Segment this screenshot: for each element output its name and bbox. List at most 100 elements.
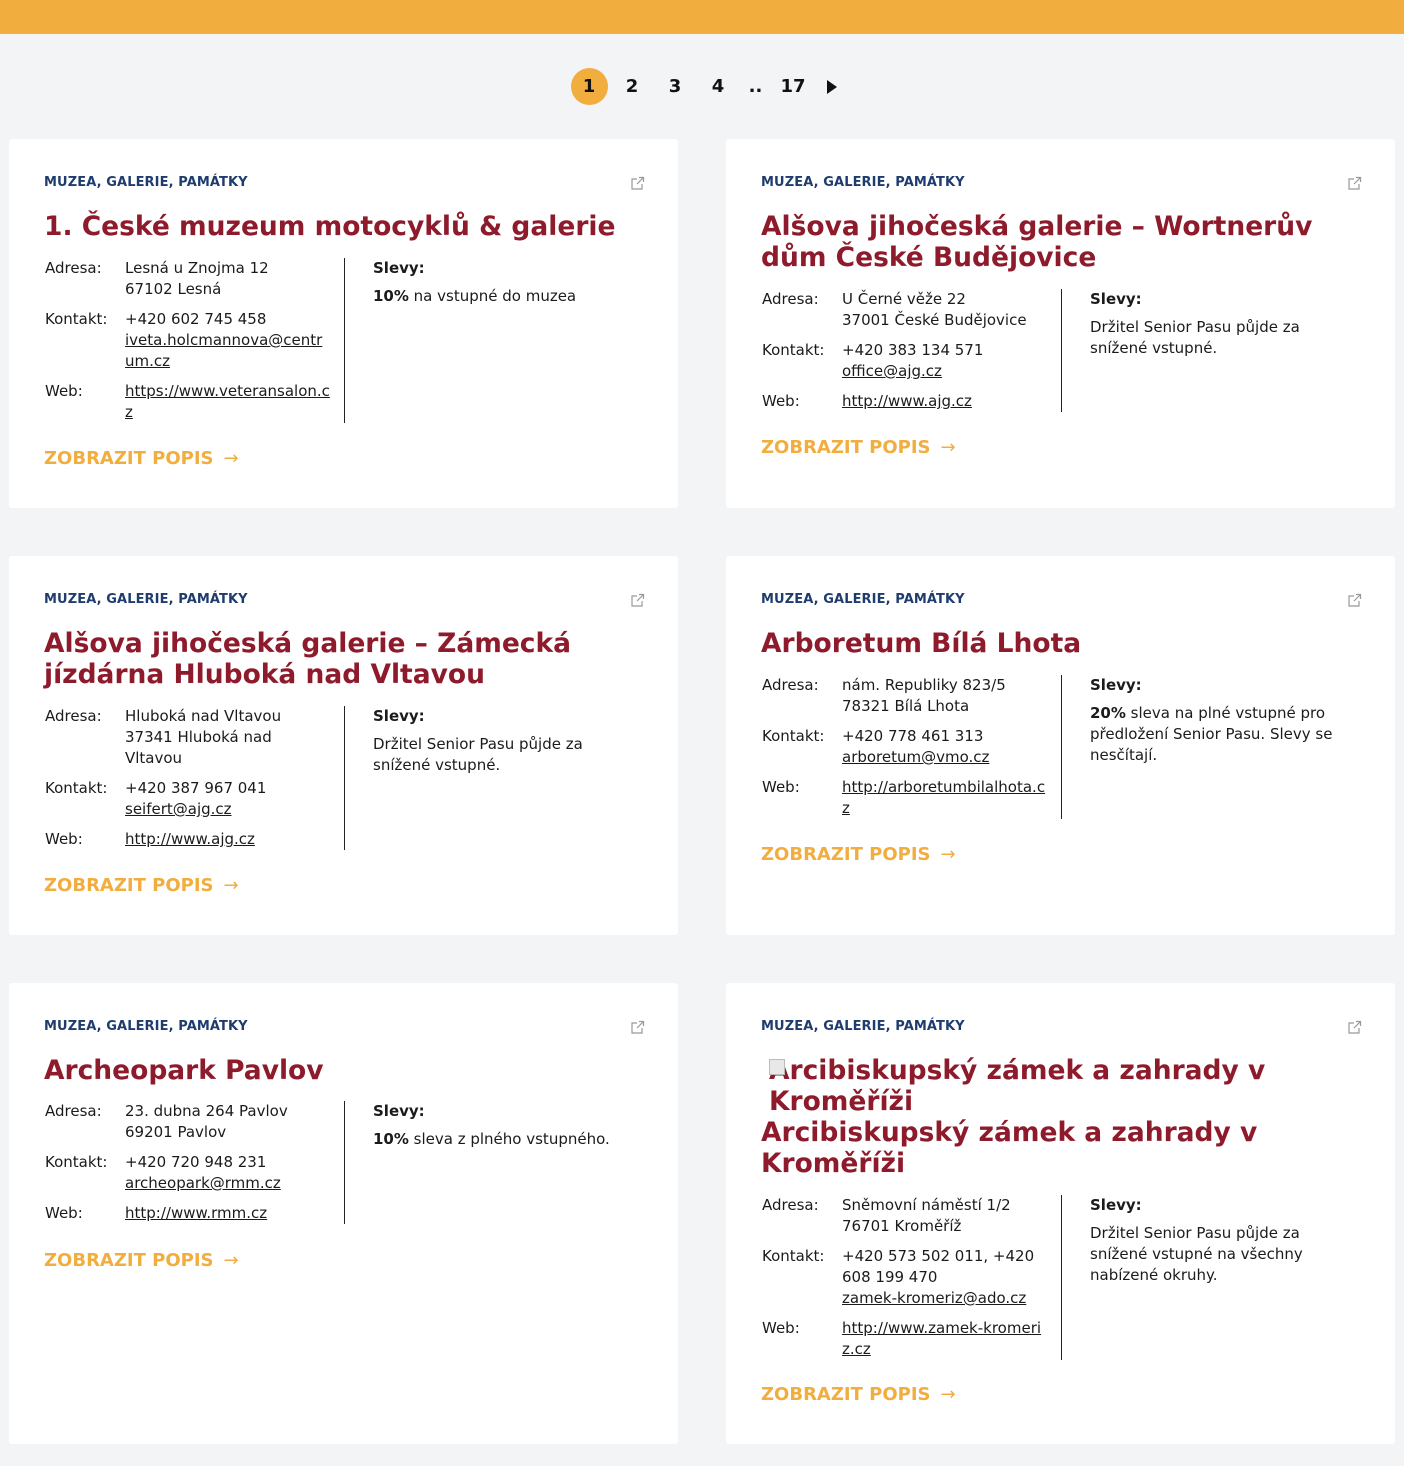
address-line: 37341 Hluboká nad Vltavou bbox=[125, 728, 272, 767]
email-link[interactable]: iveta.holcmannova@centrum.cz bbox=[125, 330, 330, 372]
discount-text: Držitel Senior Pasu půjde za snížené vst… bbox=[373, 734, 633, 776]
email-link[interactable]: zamek-kromeriz@ado.cz bbox=[842, 1288, 1047, 1309]
web-link[interactable]: http://www.zamek-kromeriz.cz bbox=[842, 1318, 1047, 1360]
web-link[interactable]: http://arboretumbilalhota.cz bbox=[842, 777, 1047, 819]
page-17-button[interactable]: 17 bbox=[775, 68, 812, 105]
email-link[interactable]: office@ajg.cz bbox=[842, 361, 1047, 382]
discount-description: Držitel Senior Pasu půjde za snížené vst… bbox=[1090, 318, 1300, 357]
card-category: MUZEA, GALERIE, PAMÁTKY bbox=[44, 592, 248, 607]
card-title[interactable]: Archeopark Pavlov bbox=[44, 1055, 634, 1086]
address-label: Adresa: bbox=[45, 707, 102, 725]
phone-number: +420 778 461 313 bbox=[842, 727, 984, 745]
card-title[interactable]: Alšova jihočeská galerie – Zámecká jízdá… bbox=[44, 628, 604, 690]
external-link-icon[interactable] bbox=[630, 176, 645, 191]
address-line: 76701 Kroměříž bbox=[842, 1217, 962, 1235]
discount-section: Slevy: 10% sleva z plného vstupného. bbox=[373, 1101, 633, 1150]
show-description-button[interactable]: ZOBRAZIT POPIS → bbox=[761, 437, 956, 458]
web-link[interactable]: http://www.ajg.cz bbox=[842, 391, 1047, 412]
address-label: Adresa: bbox=[762, 676, 819, 694]
web-link[interactable]: http://www.ajg.cz bbox=[125, 829, 330, 850]
show-description-button[interactable]: ZOBRAZIT POPIS → bbox=[761, 1384, 956, 1405]
discount-section: Slevy: Držitel Senior Pasu půjde za sníž… bbox=[1090, 289, 1350, 359]
listing-card: MUZEA, GALERIE, PAMÁTKY Arboretum Bílá L… bbox=[726, 556, 1395, 935]
phone-number: +420 573 502 011, +420 608 199 470 bbox=[842, 1247, 1035, 1286]
card-title-text: Arcibiskupský zámek a zahrady v Kroměříž… bbox=[761, 1117, 1258, 1179]
discount-description: na vstupné do muzea bbox=[408, 287, 577, 305]
show-description-label: ZOBRAZIT POPIS bbox=[761, 844, 931, 865]
listing-card: MUZEA, GALERIE, PAMÁTKY Alšova jihočeská… bbox=[9, 556, 678, 935]
discount-value: 20% bbox=[1090, 704, 1126, 722]
show-description-button[interactable]: ZOBRAZIT POPIS → bbox=[44, 1250, 239, 1271]
discount-section: Slevy: 20% sleva na plné vstupné pro pře… bbox=[1090, 675, 1350, 766]
web-label: Web: bbox=[45, 382, 83, 400]
show-description-label: ZOBRAZIT POPIS bbox=[761, 1384, 931, 1405]
next-page-icon[interactable] bbox=[826, 79, 837, 94]
show-description-label: ZOBRAZIT POPIS bbox=[44, 448, 214, 469]
show-description-button[interactable]: ZOBRAZIT POPIS → bbox=[761, 844, 956, 865]
show-description-label: ZOBRAZIT POPIS bbox=[44, 1250, 214, 1271]
show-description-label: ZOBRAZIT POPIS bbox=[761, 437, 931, 458]
web-label: Web: bbox=[45, 830, 83, 848]
discount-label: Slevy: bbox=[1090, 290, 1142, 308]
address-label: Adresa: bbox=[45, 1102, 102, 1120]
page-4-button[interactable]: 4 bbox=[700, 68, 737, 105]
web-label: Web: bbox=[762, 392, 800, 410]
address-line: 78321 Bílá Lhota bbox=[842, 697, 970, 715]
contact-label: Kontakt: bbox=[45, 1153, 108, 1171]
contact-label: Kontakt: bbox=[45, 779, 108, 797]
discount-section: Slevy: 10% na vstupné do muzea bbox=[373, 258, 633, 307]
show-description-button[interactable]: ZOBRAZIT POPIS → bbox=[44, 875, 239, 896]
show-description-button[interactable]: ZOBRAZIT POPIS → bbox=[44, 448, 239, 469]
card-title[interactable]: Arboretum Bílá Lhota bbox=[761, 628, 1351, 659]
external-link-icon[interactable] bbox=[630, 593, 645, 608]
arrow-right-icon: → bbox=[940, 437, 956, 458]
email-link[interactable]: archeopark@rmm.cz bbox=[125, 1173, 330, 1194]
discount-description: sleva na plné vstupné pro předložení Sen… bbox=[1090, 704, 1333, 764]
card-title[interactable]: Arcibiskupský zámek a zahrady v Kroměříž… bbox=[761, 1055, 1351, 1179]
address-line: nám. Republiky 823/5 bbox=[842, 676, 1006, 694]
card-details: Adresa: U Černé věže 22 37001 České Buděj… bbox=[762, 289, 1062, 412]
arrow-right-icon: → bbox=[940, 1384, 956, 1405]
card-details: Adresa: Lesná u Znojma 12 67102 Lesná Kon… bbox=[45, 258, 345, 423]
card-title[interactable]: 1. České muzeum motocyklů & galerie bbox=[44, 211, 634, 242]
pagination-ellipsis: .. bbox=[748, 76, 763, 97]
broken-image-icon bbox=[769, 1059, 785, 1075]
card-details: Adresa: Hluboká nad Vltavou 37341 Hluboká… bbox=[45, 706, 345, 850]
contact-label: Kontakt: bbox=[762, 727, 825, 745]
discount-label: Slevy: bbox=[373, 707, 425, 725]
address-line: 23. dubna 264 Pavlov bbox=[125, 1102, 288, 1120]
phone-number: +420 720 948 231 bbox=[125, 1153, 267, 1171]
address-line: Sněmovní náměstí 1/2 bbox=[842, 1196, 1011, 1214]
discount-section: Slevy: Držitel Senior Pasu půjde za sníž… bbox=[373, 706, 633, 776]
discount-text: 10% na vstupné do muzea bbox=[373, 286, 633, 307]
pagination: 1 2 3 4 .. 17 bbox=[0, 68, 1404, 105]
address-line: U Černé věže 22 bbox=[842, 290, 966, 308]
card-title[interactable]: Alšova jihočeská galerie – Wortnerův dům… bbox=[761, 211, 1351, 273]
web-link[interactable]: http://www.rmm.cz bbox=[125, 1203, 330, 1224]
top-bar bbox=[0, 0, 1404, 34]
discount-text: Držitel Senior Pasu půjde za snížené vst… bbox=[1090, 317, 1350, 359]
external-link-icon[interactable] bbox=[1347, 593, 1362, 608]
address-label: Adresa: bbox=[762, 1196, 819, 1214]
page-3-button[interactable]: 3 bbox=[657, 68, 694, 105]
email-link[interactable]: arboretum@vmo.cz bbox=[842, 747, 1047, 768]
page-2-button[interactable]: 2 bbox=[614, 68, 651, 105]
external-link-icon[interactable] bbox=[630, 1020, 645, 1035]
email-link[interactable]: seifert@ajg.cz bbox=[125, 799, 330, 820]
discount-value: 10% bbox=[373, 1130, 409, 1148]
page-1-button[interactable]: 1 bbox=[570, 68, 608, 105]
arrow-right-icon: → bbox=[223, 448, 239, 469]
listing-card: MUZEA, GALERIE, PAMÁTKY Arcibiskupský zá… bbox=[726, 983, 1395, 1444]
discount-description: Držitel Senior Pasu půjde za snížené vst… bbox=[373, 735, 583, 774]
address-line: 69201 Pavlov bbox=[125, 1123, 227, 1141]
card-category: MUZEA, GALERIE, PAMÁTKY bbox=[44, 1019, 248, 1034]
discount-description: sleva z plného vstupného. bbox=[408, 1130, 610, 1148]
web-link[interactable]: https://www.veteransalon.cz bbox=[125, 381, 330, 423]
external-link-icon[interactable] bbox=[1347, 176, 1362, 191]
web-label: Web: bbox=[762, 1319, 800, 1337]
card-details: Adresa: Sněmovní náměstí 1/2 76701 Kroměř… bbox=[762, 1195, 1062, 1360]
external-link-icon[interactable] bbox=[1347, 1020, 1362, 1035]
address-line: Lesná u Znojma 12 bbox=[125, 259, 269, 277]
card-details: Adresa: 23. dubna 264 Pavlov 69201 Pavlov… bbox=[45, 1101, 345, 1224]
listing-card: MUZEA, GALERIE, PAMÁTKY Archeopark Pavlo… bbox=[9, 983, 678, 1444]
